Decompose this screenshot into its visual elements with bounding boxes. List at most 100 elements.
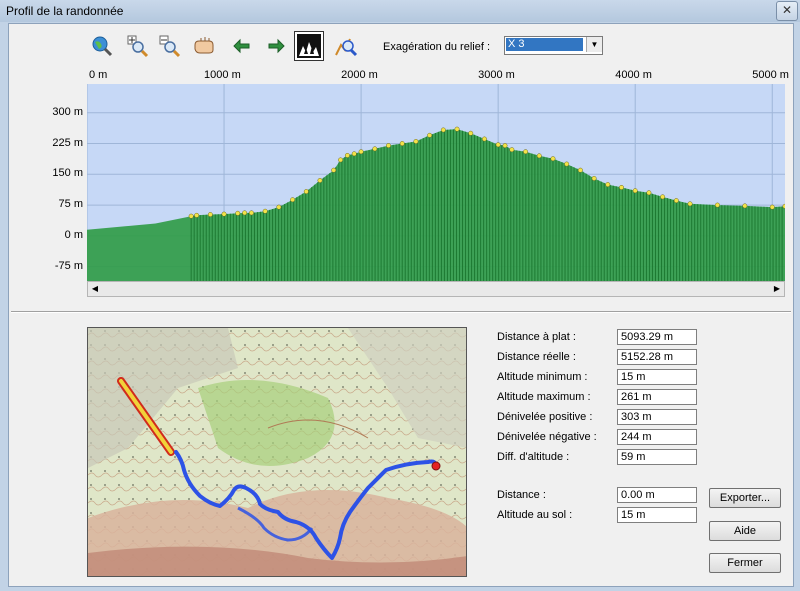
profile-point xyxy=(221,211,227,217)
x-tick-label: 5000 m xyxy=(752,69,789,81)
stat-value: 303 m xyxy=(617,409,697,425)
profile-point xyxy=(194,212,200,218)
close-button[interactable]: Fermer xyxy=(709,553,781,573)
profile-point xyxy=(372,146,378,152)
x-tick-label: 4000 m xyxy=(615,69,652,81)
profile-window: Profil de la randonnée ✕ Exagération du … xyxy=(0,0,800,591)
section-divider xyxy=(11,311,791,313)
chevron-down-icon[interactable]: ▼ xyxy=(586,37,602,52)
stat-value: 15 m xyxy=(617,369,697,385)
dialog-client-area: Exagération du relief : X 3 ▼ 0 m 1000 m 2… xyxy=(8,23,794,587)
profile-magnifier-icon xyxy=(335,38,358,57)
route-end-marker xyxy=(431,461,441,471)
window-title: Profil de la randonnée xyxy=(6,4,124,18)
export-button[interactable]: Exporter... xyxy=(709,488,781,508)
globe-magnifier-icon xyxy=(92,36,113,57)
profile-point xyxy=(303,189,309,194)
profile-point xyxy=(509,147,515,153)
cursor-stat-label: Distance : xyxy=(497,489,546,501)
profile-point xyxy=(742,203,748,209)
profile-point xyxy=(427,132,433,138)
y-tick-label: 75 m xyxy=(58,198,83,211)
stat-value: 5152.28 m xyxy=(617,349,697,365)
profile-point xyxy=(351,151,357,157)
relief-view-button[interactable] xyxy=(294,31,324,61)
profile-point xyxy=(769,204,775,210)
profile-point xyxy=(317,177,323,183)
profile-point xyxy=(276,204,282,210)
profile-point xyxy=(495,142,501,148)
pan-button[interactable] xyxy=(191,33,217,59)
x-axis-labels: 0 m 1000 m 2000 m 3000 m 4000 m 5000 m xyxy=(9,69,793,83)
y-tick-label: 225 m xyxy=(52,136,83,149)
profile-point xyxy=(344,152,350,158)
x-tick-label: 0 m xyxy=(89,69,108,81)
cursor-stat-label: Altitude au sol : xyxy=(497,509,573,521)
x-tick-label: 3000 m xyxy=(478,69,515,81)
stat-value: 261 m xyxy=(617,389,697,405)
stat-label: Distance à plat : xyxy=(497,331,576,343)
y-tick-label: 150 m xyxy=(52,167,83,180)
profile-point xyxy=(468,130,474,136)
profile-point xyxy=(454,126,460,132)
arrow-left-icon xyxy=(233,38,250,54)
elevation-profile-chart[interactable] xyxy=(87,84,785,281)
profile-point xyxy=(207,212,213,217)
scroll-left-icon[interactable]: ◀ xyxy=(88,282,102,296)
profile-point xyxy=(619,184,624,190)
profile-point xyxy=(536,153,542,159)
profile-point xyxy=(714,202,720,208)
profile-point xyxy=(188,213,194,219)
stat-label: Distance réelle : xyxy=(497,351,576,363)
zoom-out-icon xyxy=(159,35,181,58)
profile-point xyxy=(440,127,446,133)
arrow-right-icon xyxy=(268,38,285,54)
profile-point xyxy=(523,149,529,155)
profile-scrollbar[interactable]: ◀ ▶ xyxy=(87,281,785,297)
profile-point xyxy=(605,182,611,188)
zoom-in-button[interactable] xyxy=(125,33,151,59)
stat-value: 244 m xyxy=(617,429,697,445)
stat-label: Dénivelée positive : xyxy=(497,411,593,423)
route-map[interactable] xyxy=(87,327,467,577)
profile-point xyxy=(577,167,583,173)
profile-point xyxy=(673,198,679,204)
zoom-out-button[interactable] xyxy=(157,33,183,59)
zoom-in-icon xyxy=(127,35,149,58)
profile-point xyxy=(358,149,364,155)
hand-icon xyxy=(194,37,214,54)
forward-button[interactable] xyxy=(263,33,289,59)
relief-exaggeration-value: X 3 xyxy=(506,38,583,51)
close-window-button[interactable]: ✕ xyxy=(776,1,798,21)
profile-point xyxy=(687,201,693,207)
back-button[interactable] xyxy=(229,33,255,59)
profile-point xyxy=(591,175,597,181)
profile-point xyxy=(338,157,343,163)
topographic-map xyxy=(88,328,466,576)
cursor-stat-value: 0.00 m xyxy=(617,487,697,503)
profile-point xyxy=(481,136,487,142)
title-bar[interactable]: Profil de la randonnée ✕ xyxy=(0,0,800,22)
profile-point xyxy=(386,143,391,149)
y-tick-label: -75 m xyxy=(54,259,83,272)
measure-button[interactable] xyxy=(333,33,359,59)
profile-point xyxy=(262,208,268,214)
stat-label: Dénivelée négative : xyxy=(497,431,597,443)
profile-point xyxy=(242,210,248,216)
x-tick-label: 1000 m xyxy=(204,69,241,81)
zoom-fit-button[interactable] xyxy=(89,33,115,59)
relief-exaggeration-select[interactable]: X 3 ▼ xyxy=(504,36,603,55)
relief-exaggeration-label: Exagération du relief : xyxy=(383,41,491,53)
profile-point xyxy=(550,156,556,162)
stat-label: Diff. d'altitude : xyxy=(497,451,570,463)
y-axis-labels: 300 m 225 m 150 m 75 m 0 m -75 m xyxy=(9,84,89,284)
x-tick-label: 2000 m xyxy=(341,69,378,81)
stat-label: Altitude maximum : xyxy=(497,391,591,403)
help-button[interactable]: Aide xyxy=(709,521,781,541)
profile-point xyxy=(564,161,570,167)
profile-point xyxy=(782,203,785,209)
profile-point xyxy=(502,143,508,149)
profile-point xyxy=(235,210,241,216)
stat-value: 5093.29 m xyxy=(617,329,697,345)
scroll-right-icon[interactable]: ▶ xyxy=(770,282,784,296)
